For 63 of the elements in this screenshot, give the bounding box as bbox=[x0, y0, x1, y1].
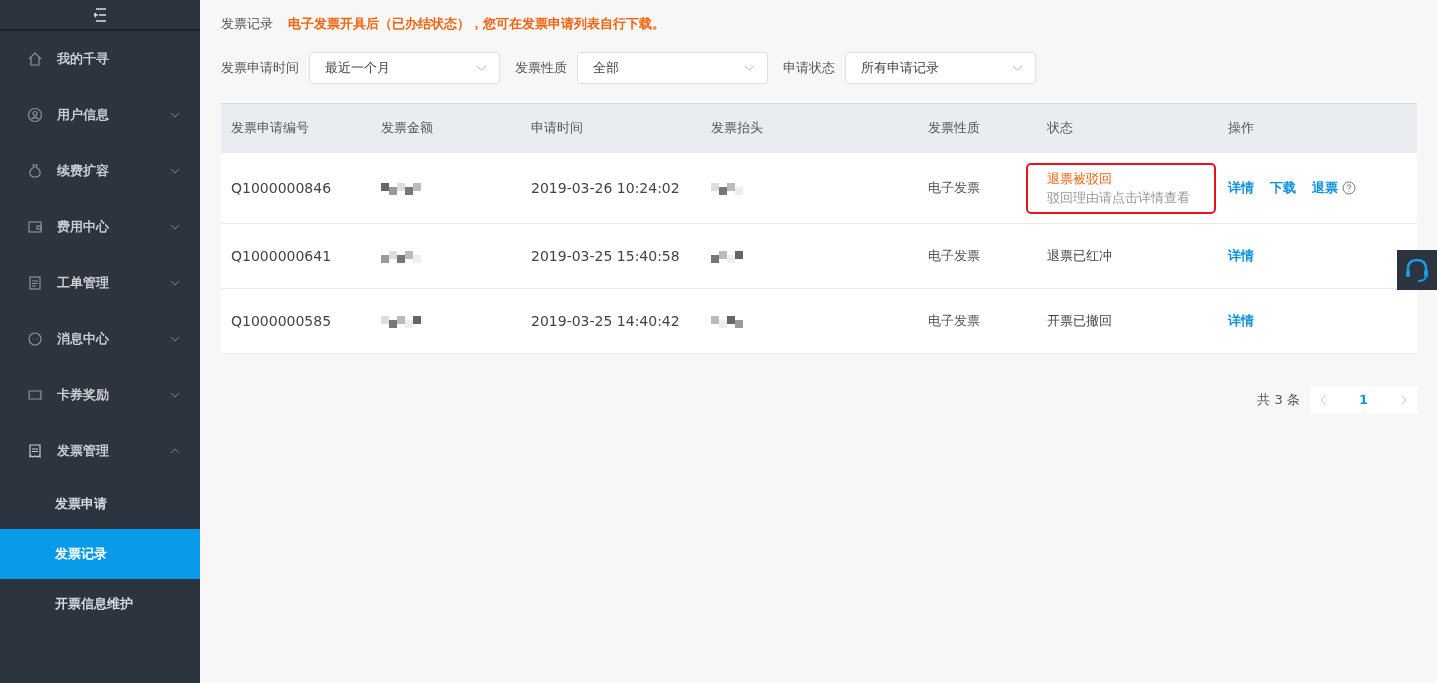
filter-label: 申请状态 bbox=[783, 59, 835, 78]
sidebar-item[interactable]: 费用中心 bbox=[0, 199, 200, 255]
redacted-mosaic bbox=[711, 315, 743, 328]
redacted-mosaic bbox=[381, 182, 421, 195]
sidebar-item[interactable]: 消息中心 bbox=[0, 311, 200, 367]
chat-icon bbox=[27, 331, 43, 347]
document-icon bbox=[27, 275, 43, 291]
headset-icon bbox=[1404, 257, 1430, 283]
receipt-icon bbox=[27, 443, 43, 459]
menu-toggle-icon[interactable] bbox=[93, 7, 107, 22]
column-header: 操作 bbox=[1228, 119, 1255, 138]
sidebar-item[interactable]: 用户信息 bbox=[0, 87, 200, 143]
status-text: 开票已撤回 bbox=[1047, 312, 1113, 331]
redacted-mosaic bbox=[381, 250, 421, 263]
table-cell-text: 电子发票 bbox=[928, 247, 981, 266]
table-cell-text: 2019-03-26 10:24:02 bbox=[531, 178, 681, 198]
sidebar-item[interactable]: 续费扩容 bbox=[0, 143, 200, 199]
money-bag-icon bbox=[27, 163, 43, 179]
table-cell-text: 电子发票 bbox=[928, 179, 981, 198]
status-note: 驳回理由请点击详情查看 bbox=[1047, 189, 1191, 207]
redacted-mosaic bbox=[711, 182, 743, 195]
next-icon[interactable] bbox=[1401, 395, 1407, 405]
sidebar-item[interactable]: 发票管理 bbox=[0, 423, 200, 479]
chevron-icon bbox=[1012, 65, 1023, 71]
wallet-icon bbox=[27, 219, 43, 235]
filter-select[interactable]: 所有申请记录 bbox=[845, 52, 1036, 84]
home-icon bbox=[27, 51, 43, 67]
column-header: 申请时间 bbox=[531, 119, 584, 138]
column-header: 发票金额 bbox=[381, 119, 434, 138]
chevron-icon bbox=[744, 65, 755, 71]
table-cell-text: Q1000000846 bbox=[231, 178, 333, 198]
sidebar-item[interactable]: 卡券奖励 bbox=[0, 367, 200, 423]
filter-select[interactable]: 全部 bbox=[577, 52, 768, 84]
filter-label: 发票性质 bbox=[515, 59, 567, 78]
sidebar-item[interactable]: 工单管理 bbox=[0, 255, 200, 311]
table-cell-text: 2019-03-25 14:40:42 bbox=[531, 311, 681, 331]
filter-label: 发票申请时间 bbox=[221, 59, 299, 78]
previous-icon[interactable] bbox=[1320, 395, 1326, 405]
status-text: 退票已红冲 bbox=[1047, 247, 1113, 266]
customer-service-button[interactable] bbox=[1397, 250, 1437, 290]
column-header: 状态 bbox=[1047, 119, 1074, 138]
table-cell-text: Q1000000641 bbox=[231, 246, 333, 266]
sidebar-subitem[interactable]: 开票信息维护 bbox=[0, 579, 200, 629]
sidebar-item[interactable]: 我的千寻 bbox=[0, 31, 200, 87]
column-header: 发票申请编号 bbox=[231, 119, 310, 138]
filter-select[interactable]: 最近一个月 bbox=[309, 52, 500, 84]
help-icon[interactable] bbox=[1342, 181, 1356, 195]
redacted-mosaic bbox=[381, 315, 421, 328]
redacted-mosaic bbox=[711, 250, 743, 263]
table-cell-text: 电子发票 bbox=[928, 312, 981, 331]
total-count: 共 3 条 bbox=[1257, 391, 1300, 410]
page-title: 发票记录 bbox=[221, 15, 273, 34]
action-link[interactable]: 下载 bbox=[1270, 178, 1296, 198]
table-cell-text: Q1000000585 bbox=[231, 311, 333, 331]
chevron-icon bbox=[476, 65, 487, 71]
table-cell-text: 2019-03-25 15:40:58 bbox=[531, 246, 681, 266]
status-text: 退票被驳回 bbox=[1047, 169, 1113, 188]
column-header: 发票抬头 bbox=[711, 119, 764, 138]
user-icon bbox=[27, 107, 43, 123]
notice-text: 电子发票开具后（已办结状态），您可在发票申请列表自行下载。 bbox=[288, 15, 665, 34]
column-header: 发票性质 bbox=[928, 119, 981, 138]
ticket-icon bbox=[27, 387, 43, 403]
sidebar-subitem[interactable]: 发票申请 bbox=[0, 479, 200, 529]
